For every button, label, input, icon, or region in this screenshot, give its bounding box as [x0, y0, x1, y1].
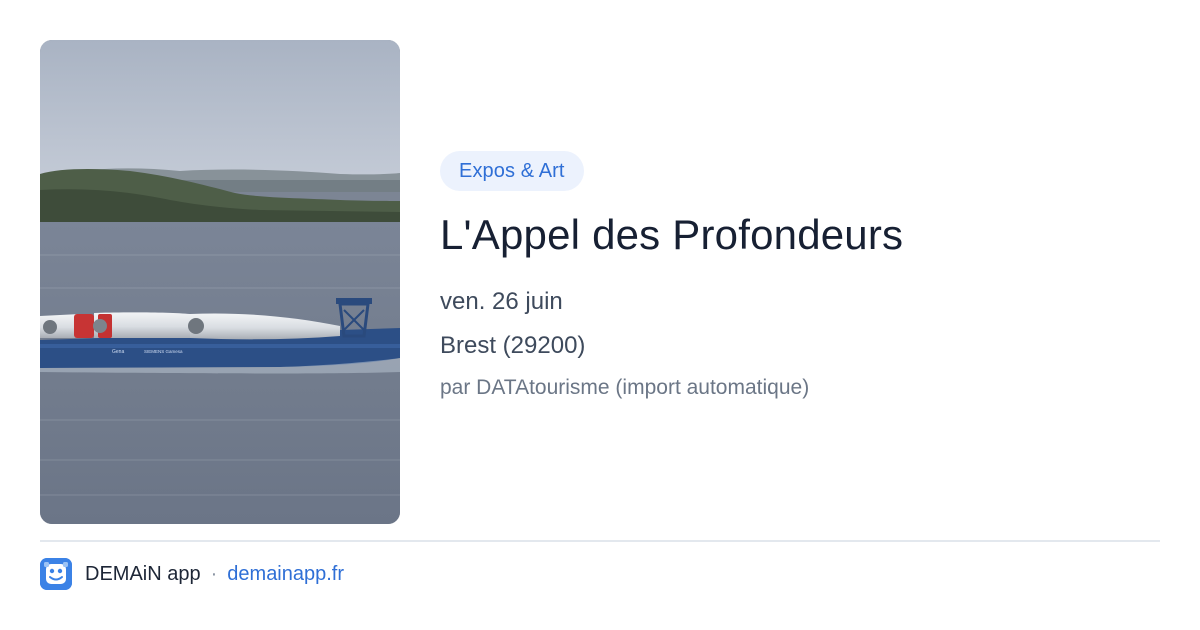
event-location: Brest (29200)	[440, 332, 586, 359]
event-source: par DATAtourisme (import automatique)	[440, 376, 810, 399]
svg-text:Gena: Gena	[112, 349, 124, 355]
category-chip[interactable]: Expos & Art	[440, 151, 584, 191]
app-website-link[interactable]: demainapp.fr	[227, 563, 344, 586]
demain-logo-icon	[40, 558, 72, 590]
separator: ·	[210, 562, 218, 585]
harbor-photo: Gena SIEMENS Gamesa	[40, 40, 400, 524]
event-info: Expos & Art L'Appel des Profondeurs ven.…	[440, 151, 1160, 402]
app-name: DEMAiN app	[85, 562, 201, 585]
svg-text:SIEMENS Gamesa: SIEMENS Gamesa	[144, 349, 183, 354]
event-card: Gena SIEMENS Gamesa Expos & Art L'Appel …	[0, 0, 1200, 630]
event-photo: Gena SIEMENS Gamesa	[40, 40, 400, 524]
divider	[40, 540, 1160, 542]
footer: DEMAiN app · demainapp.fr	[40, 558, 344, 590]
sky	[40, 40, 400, 180]
event-title: L'Appel des Profondeurs	[440, 211, 904, 258]
event-date: ven. 26 juin	[440, 288, 563, 315]
